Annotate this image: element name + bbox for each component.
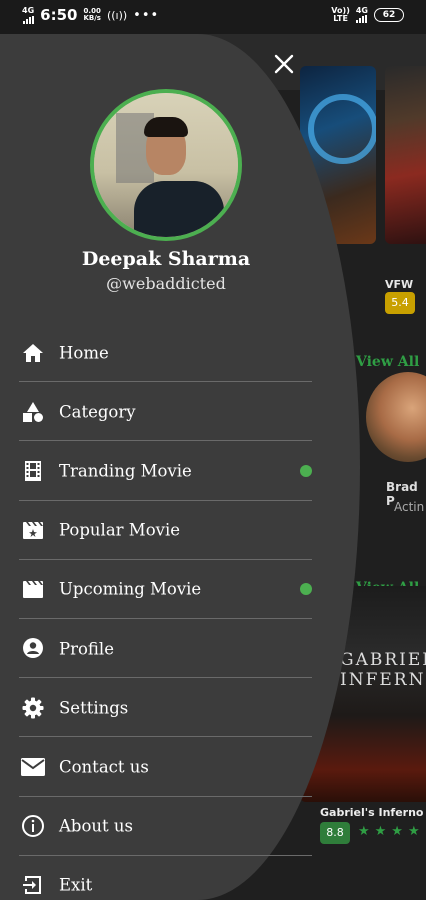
menu-item-tranding-movie[interactable]: Tranding Movie <box>0 441 332 501</box>
battery-level: 62 <box>382 10 396 20</box>
movie-rating-badge: 5.4 <box>385 292 415 314</box>
menu-item-about-us[interactable]: About us <box>0 797 332 856</box>
poster-title-text: GABRIEL INFERNO <box>340 650 426 690</box>
category-icon <box>20 399 46 425</box>
settings-icon <box>20 695 46 721</box>
film-icon <box>20 458 46 484</box>
menu-item-upcoming-movie[interactable]: Upcoming Movie <box>0 560 332 619</box>
mail-icon <box>20 754 46 780</box>
data-speed: 0.00 KB/s <box>83 7 101 22</box>
battery-icon: 62 <box>374 8 404 22</box>
profile-icon <box>20 636 46 662</box>
clapper-icon <box>20 576 46 602</box>
menu-item-profile[interactable]: Profile <box>0 619 332 679</box>
menu-item-label: Exit <box>59 875 93 895</box>
menu-item-home[interactable]: Home <box>0 323 332 383</box>
network-type: 4G <box>22 5 35 15</box>
exit-icon <box>20 872 46 898</box>
menu-item-label: Category <box>59 402 136 422</box>
user-name: Deepak Sharma <box>81 248 251 270</box>
clock: 6:50 <box>40 6 78 24</box>
avatar[interactable] <box>90 89 242 241</box>
movie-title: VFW <box>385 278 414 291</box>
menu-item-label: Profile <box>59 639 114 659</box>
menu-item-label: Tranding Movie <box>59 461 192 481</box>
actor-role: Actin <box>394 500 425 514</box>
user-handle: @webaddicted <box>106 274 226 293</box>
view-all-link[interactable]: View All <box>356 354 419 370</box>
menu-item-label: Popular Movie <box>59 520 180 540</box>
movie-poster[interactable] <box>385 66 426 244</box>
hotspot-icon: ((ı)) <box>106 8 128 22</box>
menu-item-label: Upcoming Movie <box>59 579 202 599</box>
menu-item-exit[interactable]: Exit <box>0 856 332 900</box>
menu-item-settings[interactable]: Settings <box>0 678 332 738</box>
menu-item-popular-movie[interactable]: Popular Movie <box>0 501 332 560</box>
signal-bars-icon <box>22 15 34 24</box>
movie-title: Gabriel's Inferno <box>320 806 424 819</box>
close-icon <box>274 54 294 74</box>
notification-dot <box>300 583 312 596</box>
notification-dot <box>300 464 312 477</box>
volte-indicator: Vo)) LTE <box>331 6 350 23</box>
home-icon <box>20 340 46 366</box>
menu-item-label: Home <box>59 343 109 363</box>
info-icon <box>20 813 46 839</box>
more-notifications-icon: ••• <box>133 7 160 23</box>
menu-item-label: About us <box>59 816 134 836</box>
status-bar: 4G 6:50 0.00 KB/s ((ı)) ••• Vo)) LTE 4G … <box>0 0 426 34</box>
menu-item-contact-us[interactable]: Contact us <box>0 737 332 797</box>
drawer-menu: Home Category Tranding Movie Popular Mov… <box>0 323 332 900</box>
clapper-sparkle-icon <box>20 517 46 543</box>
network-type-right: 4G <box>356 7 368 23</box>
menu-item-label: Contact us <box>59 757 149 777</box>
menu-item-category[interactable]: Category <box>0 382 332 442</box>
close-button[interactable] <box>270 50 298 78</box>
menu-item-label: Settings <box>59 698 129 718</box>
signal-indicator: 4G <box>22 5 35 24</box>
screen: 4G 6:50 0.00 KB/s ((ı)) ••• Vo)) LTE 4G … <box>0 0 426 900</box>
rating-stars: ★★★★ <box>358 824 425 839</box>
